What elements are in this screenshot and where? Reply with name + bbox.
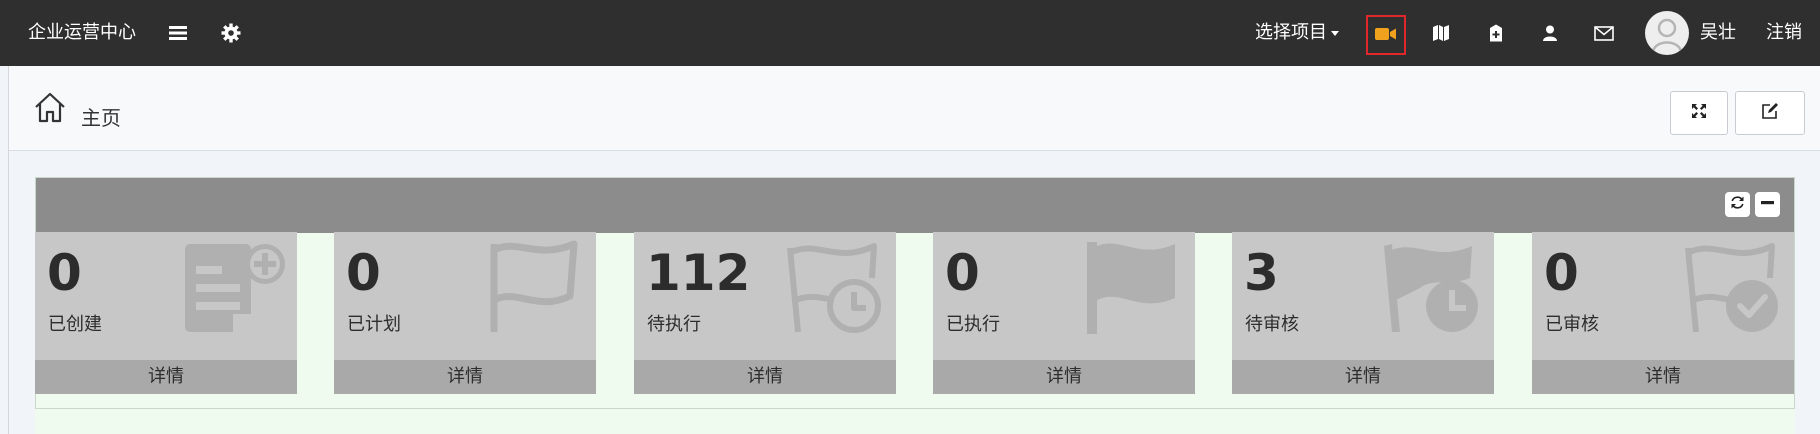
details-link[interactable]: 详情	[933, 360, 1195, 394]
stat-label: 待执行	[647, 314, 701, 335]
stat-value: 0	[945, 244, 980, 302]
details-link[interactable]: 详情	[634, 360, 896, 394]
stat-value: 3	[1244, 244, 1279, 302]
menu-icon[interactable]	[168, 0, 188, 66]
stat-label: 已审核	[1545, 314, 1599, 335]
breadcrumb-home-label[interactable]: 主页	[81, 102, 121, 131]
logout-link[interactable]: 注销	[1766, 0, 1802, 66]
minus-icon	[1760, 195, 1775, 214]
panel-body-strip	[35, 409, 1795, 434]
panel-header	[36, 178, 1794, 233]
list-plus-icon	[183, 238, 285, 334]
user-icon[interactable]	[1540, 0, 1560, 66]
stat-card-created: 0 已创建 详情	[35, 232, 297, 394]
fullscreen-button[interactable]	[1670, 91, 1728, 135]
clipboard-icon[interactable]	[1486, 0, 1506, 66]
video-button[interactable]	[1366, 15, 1406, 55]
stat-card-executed: 0 已执行 详情	[933, 232, 1195, 394]
stat-card-reviewed: 0 已审核 详情	[1532, 232, 1794, 394]
refresh-icon	[1730, 195, 1745, 214]
stat-value: 0	[346, 244, 381, 302]
top-navbar: 企业运营中心 选择项目 吴壮 注销	[0, 0, 1820, 66]
breadcrumb: 主页	[9, 66, 1820, 151]
flag-filled-icon	[1081, 238, 1183, 334]
caret-down-icon	[1331, 30, 1339, 36]
project-select[interactable]: 选择项目	[1255, 0, 1339, 66]
details-link[interactable]: 详情	[334, 360, 596, 394]
collapse-button[interactable]	[1755, 192, 1780, 217]
avatar[interactable]	[1645, 11, 1689, 55]
stat-label: 已执行	[946, 314, 1000, 335]
mail-icon[interactable]	[1592, 0, 1616, 66]
flag-outline-icon	[482, 238, 584, 334]
home-icon[interactable]	[33, 92, 67, 124]
edit-button[interactable]	[1735, 91, 1805, 135]
details-link[interactable]: 详情	[1532, 360, 1794, 394]
stat-card-pending-execution: 112 待执行 详情	[634, 232, 896, 394]
flag-clock-filled-icon	[1380, 238, 1482, 334]
stat-label: 已创建	[48, 314, 102, 335]
stat-value: 0	[47, 244, 82, 302]
edit-icon	[1761, 102, 1779, 124]
stat-label: 待审核	[1245, 314, 1299, 335]
project-select-label: 选择项目	[1255, 22, 1327, 43]
brand-title[interactable]: 企业运营中心	[28, 0, 136, 66]
flag-check-icon	[1680, 238, 1782, 334]
username[interactable]: 吴壮	[1700, 0, 1736, 66]
gear-icon[interactable]	[220, 0, 242, 66]
flag-clock-outline-icon	[782, 238, 884, 334]
refresh-button[interactable]	[1725, 192, 1750, 217]
stat-card-pending-review: 3 待审核 详情	[1232, 232, 1494, 394]
expand-arrows-icon	[1691, 103, 1707, 123]
video-camera-icon	[1375, 26, 1397, 45]
details-link[interactable]: 详情	[1232, 360, 1494, 394]
stat-label: 已计划	[347, 314, 401, 335]
stat-card-planned: 0 已计划 详情	[334, 232, 596, 394]
stat-value: 0	[1544, 244, 1579, 302]
details-link[interactable]: 详情	[35, 360, 297, 394]
map-icon[interactable]	[1430, 0, 1452, 66]
stats-panel	[35, 177, 1795, 409]
stat-value: 112	[646, 244, 751, 302]
